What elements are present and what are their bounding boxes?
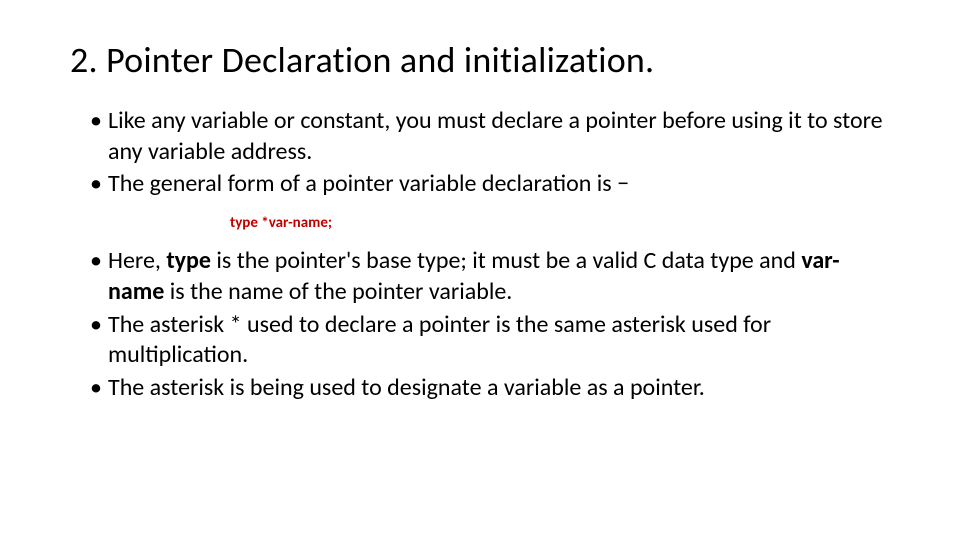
bullet-item: The asterisk * used to declare a pointer… <box>90 310 890 371</box>
code-declaration: type *var-name; <box>230 214 890 232</box>
bullet-item: The general form of a pointer variable d… <box>90 169 890 200</box>
bullet-list-bottom: Here, type is the pointer's base type; i… <box>90 246 890 404</box>
text: is the name of the pointer variable. <box>164 277 512 306</box>
slide-title: 2. Pointer Declaration and initializatio… <box>70 38 890 82</box>
bullet-item: Here, type is the pointer's base type; i… <box>90 246 890 307</box>
text: Here, <box>108 246 166 275</box>
bullet-item: Like any variable or constant, you must … <box>90 106 890 167</box>
bullet-list-top: Like any variable or constant, you must … <box>90 106 890 200</box>
bold-type: type <box>166 246 211 275</box>
slide: 2. Pointer Declaration and initializatio… <box>0 0 960 404</box>
text: is the pointer's base type; it must be a… <box>211 246 801 275</box>
bullet-item: The asterisk is being used to designate … <box>90 373 890 404</box>
